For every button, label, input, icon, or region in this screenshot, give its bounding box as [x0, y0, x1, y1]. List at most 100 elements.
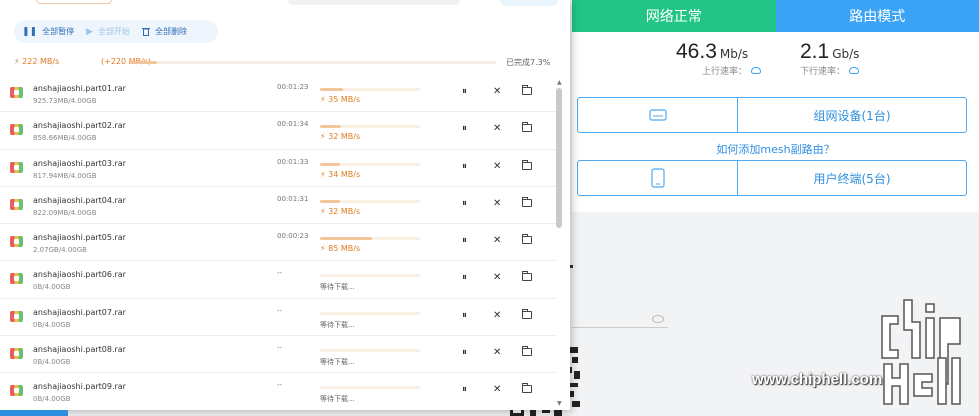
cancel-button[interactable]: ✕: [493, 236, 501, 246]
open-folder-button[interactable]: [522, 346, 532, 359]
upload-value: 46.3: [676, 40, 717, 63]
pause-button[interactable]: ⏸: [462, 273, 467, 283]
upload-speed: 46.3 Mb/s 上行速率：: [676, 40, 762, 77]
mesh-devices-card[interactable]: 组网设备(1台): [577, 97, 967, 133]
open-folder-button[interactable]: [522, 308, 532, 322]
rar-file-icon: [10, 273, 23, 285]
cancel-button[interactable]: ✕: [493, 348, 501, 358]
download-row[interactable]: anshajiaoshi.part05.rar 2.07GB/4.00GB 00…: [0, 224, 556, 262]
file-size: 0B/4.00GB: [33, 320, 71, 329]
download-row[interactable]: anshajiaoshi.part08.rar 0B/4.00GB -- 等待下…: [0, 336, 556, 374]
download-row[interactable]: anshajiaoshi.part02.rar 858.66MB/4.00GB …: [0, 112, 556, 150]
open-folder-button[interactable]: [522, 122, 532, 135]
rar-file-icon: [10, 87, 23, 98]
tab-network-status[interactable]: 网络正常: [572, 0, 776, 32]
download-unit: Gb/s: [832, 47, 860, 61]
cancel-button[interactable]: ✕: [493, 385, 501, 395]
download-row[interactable]: anshajiaoshi.part01.rar 925.73MB/4.00GB …: [0, 75, 556, 113]
file-remaining-time: --: [277, 269, 283, 278]
open-folder-button[interactable]: [522, 85, 532, 98]
file-remaining-time: --: [277, 381, 283, 390]
open-folder-button[interactable]: [522, 159, 532, 173]
mesh-devices-label: 组网设备(1台): [813, 108, 891, 123]
file-speed: ⚡ 85 MB/s: [320, 244, 361, 254]
pause-button[interactable]: ⏸: [462, 348, 467, 358]
pause-button[interactable]: ⏸: [462, 124, 467, 134]
file-remaining-time: 00:01:33: [277, 157, 309, 166]
cancel-button[interactable]: ✕: [493, 124, 501, 134]
router-status-card: 网络正常 路由模式 46.3 Mb/s 上行速率： 2.1 Gb/s 下行速率： 组…: [572, 0, 979, 212]
file-name: anshajiaoshi.part04.rar: [33, 195, 126, 205]
pause-button[interactable]: ⏸: [462, 161, 467, 172]
scrollbar-thumb[interactable]: [556, 88, 562, 228]
download-row[interactable]: anshajiaoshi.part03.rar 817.94MB/4.00GB …: [0, 150, 556, 187]
chiphell-logo: [881, 299, 961, 405]
cancel-button[interactable]: ✕: [493, 310, 501, 321]
add-mesh-link[interactable]: 如何添加mesh副路由？: [572, 141, 979, 157]
cancel-button[interactable]: ✕: [493, 161, 501, 172]
top-search-fragment[interactable]: [288, 0, 460, 5]
batch-actions-bar: ❚❚ 全部暂停 ▶ 全部开始 全部删除: [14, 20, 218, 43]
tab-router-mode[interactable]: 路由模式: [775, 0, 979, 32]
form-marker: [570, 265, 573, 268]
cancel-button[interactable]: ✕: [493, 87, 501, 97]
file-remaining-time: 00:00:23: [277, 232, 309, 241]
file-remaining-time: --: [277, 306, 283, 315]
close-icon: ✕: [493, 197, 502, 209]
pause-button[interactable]: ⏸: [462, 385, 467, 395]
download-row[interactable]: anshajiaoshi.part07.rar 0B/4.00GB -- 等待下…: [0, 299, 556, 337]
file-name: anshajiaoshi.part02.rar: [33, 121, 126, 131]
folder-icon: [522, 122, 532, 133]
folder-icon: [522, 346, 532, 357]
eye-icon[interactable]: [652, 315, 664, 323]
file-name: anshajiaoshi.part03.rar: [33, 158, 126, 168]
pause-icon: ⏸: [462, 197, 467, 209]
pause-button[interactable]: ⏸: [462, 87, 467, 97]
rar-file-icon: [10, 385, 23, 397]
scroll-up-arrow[interactable]: ▲: [557, 79, 562, 86]
cancel-button[interactable]: ✕: [493, 197, 502, 209]
download-row[interactable]: anshajiaoshi.part06.rar 0B/4.00GB -- 等待下…: [0, 261, 556, 299]
download-row[interactable]: anshajiaoshi.part04.rar 822.09MB/4.00GB …: [0, 187, 556, 225]
blue-bottom-edge: [0, 410, 68, 416]
file-remaining-time: 00:01:23: [277, 83, 309, 91]
pause-button[interactable]: ⏸: [462, 197, 467, 209]
top-tab-fragment[interactable]: [36, 0, 112, 4]
download-speed: 2.1 Gb/s 下行速率：: [800, 40, 859, 77]
start-all-button[interactable]: ▶ 全部开始: [86, 26, 130, 37]
open-folder-button[interactable]: [522, 234, 532, 247]
file-name: anshajiaoshi.part05.rar: [33, 233, 126, 243]
panel-top-strip: [0, 0, 570, 8]
open-folder-button[interactable]: [522, 271, 532, 284]
folder-icon: [522, 271, 532, 282]
password-input-underline[interactable]: [572, 327, 668, 328]
rar-file-icon: [10, 348, 23, 360]
file-name: anshajiaoshi.part08.rar: [33, 345, 126, 355]
delete-all-button[interactable]: 全部删除: [142, 26, 187, 37]
file-progress-bar: [320, 162, 420, 166]
user-terminals-label: 用户终端(5台): [813, 171, 891, 186]
download-list: anshajiaoshi.part01.rar 925.73MB/4.00GB …: [0, 75, 556, 410]
pause-button[interactable]: ⏸: [462, 309, 467, 321]
pause-icon: ⏸: [462, 309, 467, 321]
download-row[interactable]: anshajiaoshi.part09.rar 0B/4.00GB -- 等待下…: [0, 373, 556, 410]
pause-icon: ⏸: [462, 347, 467, 359]
total-progress-bar: [130, 61, 496, 64]
file-progress-bar: [320, 349, 420, 353]
scroll-down-arrow[interactable]: ▼: [557, 400, 562, 407]
pause-all-button[interactable]: ❚❚ 全部暂停: [22, 26, 74, 37]
cancel-button[interactable]: ✕: [493, 273, 501, 283]
user-terminals-card[interactable]: 用户终端(5台): [577, 160, 967, 196]
file-size: 0B/4.00GB: [33, 358, 71, 367]
top-button-fragment[interactable]: [500, 0, 558, 6]
cloud-download-icon: [849, 67, 860, 74]
pause-button[interactable]: ⏸: [462, 236, 467, 246]
file-remaining-time: --: [277, 344, 283, 353]
download-value: 2.1: [800, 40, 830, 63]
open-folder-button[interactable]: [522, 383, 532, 396]
folder-icon: [522, 159, 532, 170]
watermark-url: www.chiphell.com: [752, 371, 883, 388]
pause-icon: ⏸: [462, 86, 467, 97]
open-folder-button[interactable]: [522, 196, 532, 210]
folder-icon: [522, 85, 532, 95]
